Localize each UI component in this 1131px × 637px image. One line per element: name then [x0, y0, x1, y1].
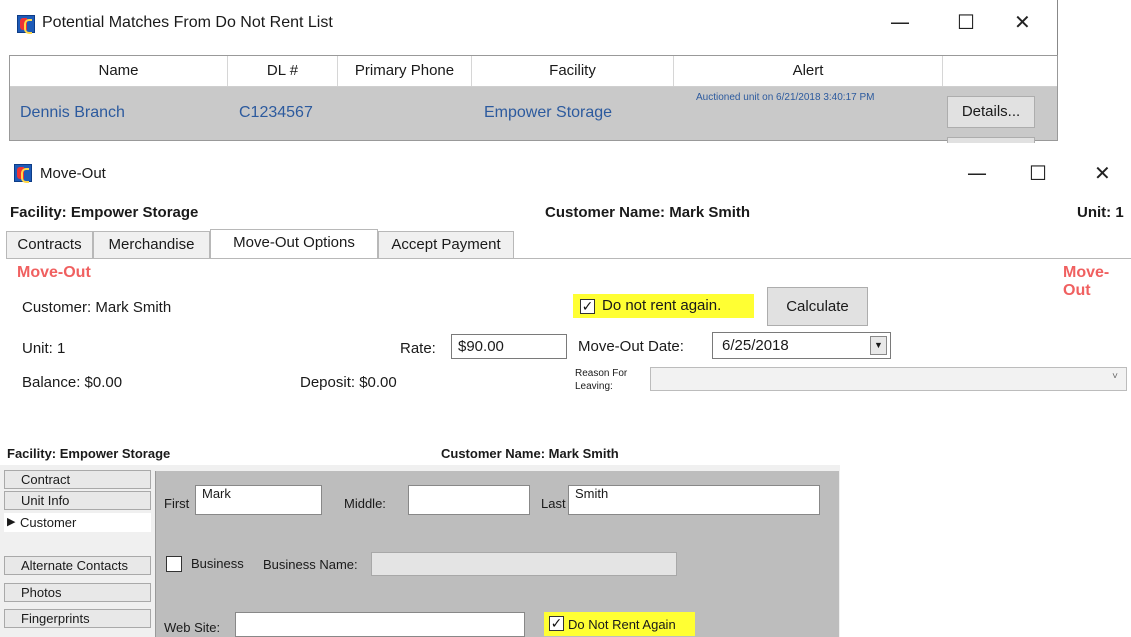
- balance-text: Balance: $0.00: [22, 374, 123, 391]
- nav-unit-info[interactable]: Unit Info: [4, 491, 151, 510]
- col-actions-header: [943, 56, 1057, 86]
- tab-moveout-options[interactable]: Move-Out Options: [210, 229, 378, 258]
- business-name-input[interactable]: [371, 552, 677, 576]
- rate-input[interactable]: $90.00: [451, 334, 567, 359]
- do-not-rent-checkbox[interactable]: ✓: [580, 299, 595, 314]
- deposit-text: Deposit: $0.00: [300, 374, 397, 391]
- section-title: Move-Out: [17, 264, 91, 281]
- moveout-window-title: Move-Out: [40, 165, 106, 182]
- first-label: First: [164, 496, 190, 511]
- calculate-button[interactable]: Calculate: [767, 287, 868, 326]
- window-edge: [1057, 0, 1058, 55]
- first-name-input[interactable]: Mark: [195, 485, 322, 515]
- middle-label: Middle:: [344, 496, 386, 511]
- col-phone-header[interactable]: Primary Phone: [338, 56, 472, 86]
- business-checkbox[interactable]: [166, 556, 182, 572]
- close-button[interactable]: ✕: [1094, 163, 1111, 183]
- website-input[interactable]: [235, 612, 525, 637]
- app-icon: [14, 164, 32, 183]
- cell-alert: Auctioned unit on 6/21/2018 3:40:17 PM: [696, 92, 875, 103]
- unit-text: Unit: 1: [22, 340, 66, 357]
- details-button-next[interactable]: [947, 137, 1035, 143]
- maximize-button[interactable]: ☐: [957, 12, 975, 32]
- moveout-date-value: 6/25/2018: [722, 337, 789, 354]
- details-button[interactable]: Details...: [947, 96, 1035, 128]
- col-alert-header[interactable]: Alert: [674, 56, 943, 86]
- col-facility-header[interactable]: Facility: [472, 56, 674, 86]
- nav-contract[interactable]: Contract: [4, 470, 151, 489]
- rate-label: Rate:: [400, 340, 436, 357]
- cell-facility: Empower Storage: [484, 104, 613, 121]
- tab-accept-payment[interactable]: Accept Payment: [378, 231, 514, 258]
- last-label: Last: [541, 496, 566, 511]
- facility-label: Facility: Empower Storage: [7, 446, 171, 461]
- app-icon: [17, 15, 35, 34]
- nav-photos[interactable]: Photos: [4, 583, 151, 602]
- tab-merchandise[interactable]: Merchandise: [93, 231, 210, 258]
- do-not-rent-again-label: Do Not Rent Again: [568, 617, 676, 632]
- grid-header: Name DL # Primary Phone Facility Alert: [10, 56, 1057, 87]
- customer-text: Customer: Mark Smith: [22, 299, 172, 316]
- col-dl-header[interactable]: DL #: [228, 56, 338, 86]
- unit-label: Unit: 1: [1077, 204, 1124, 221]
- col-name-header[interactable]: Name: [10, 56, 228, 86]
- tab-contracts[interactable]: Contracts: [6, 231, 93, 258]
- customer-name-label: Customer Name: Mark Smith: [441, 446, 619, 461]
- middle-name-input[interactable]: [408, 485, 530, 515]
- nav-customer[interactable]: ▶ Customer: [4, 513, 151, 532]
- close-button[interactable]: ✕: [1014, 12, 1031, 32]
- chevron-down-icon: ˅: [1112, 371, 1118, 382]
- reason-label: Reason For Leaving:: [575, 368, 628, 392]
- cell-dl: C1234567: [239, 104, 313, 121]
- nav-fingerprints[interactable]: Fingerprints: [4, 609, 151, 628]
- business-name-label: Business Name:: [263, 557, 358, 572]
- last-name-input[interactable]: Smith: [568, 485, 820, 515]
- do-not-rent-again-checkbox[interactable]: ✓: [549, 616, 564, 631]
- section-title-right: Move-Out: [1063, 264, 1110, 299]
- facility-label: Facility: Empower Storage: [10, 204, 199, 221]
- minimize-button[interactable]: —: [890, 12, 910, 32]
- reason-select[interactable]: ˅: [650, 367, 1127, 391]
- website-label: Web Site:: [164, 620, 221, 635]
- moveout-date-input[interactable]: 6/25/2018 ▼: [712, 332, 891, 359]
- cell-name: Dennis Branch: [20, 104, 125, 121]
- matches-window-title: Potential Matches From Do Not Rent List: [42, 14, 333, 31]
- minimize-button[interactable]: —: [967, 163, 987, 183]
- matches-grid: Name DL # Primary Phone Facility Alert D…: [9, 55, 1058, 141]
- business-label: Business: [191, 556, 244, 571]
- table-row[interactable]: Dennis Branch C1234567 Empower Storage A…: [10, 87, 1057, 140]
- play-arrow-icon: ▶: [7, 516, 16, 528]
- maximize-button[interactable]: ☐: [1029, 163, 1047, 183]
- moveout-date-label: Move-Out Date:: [578, 338, 684, 355]
- tab-bar: Contracts Merchandise Move-Out Options A…: [6, 229, 516, 259]
- do-not-rent-label: Do not rent again.: [602, 297, 722, 314]
- nav-alternate-contacts[interactable]: Alternate Contacts: [4, 556, 151, 575]
- customer-name-label: Customer Name: Mark Smith: [545, 204, 751, 221]
- chevron-down-icon[interactable]: ▼: [870, 336, 887, 355]
